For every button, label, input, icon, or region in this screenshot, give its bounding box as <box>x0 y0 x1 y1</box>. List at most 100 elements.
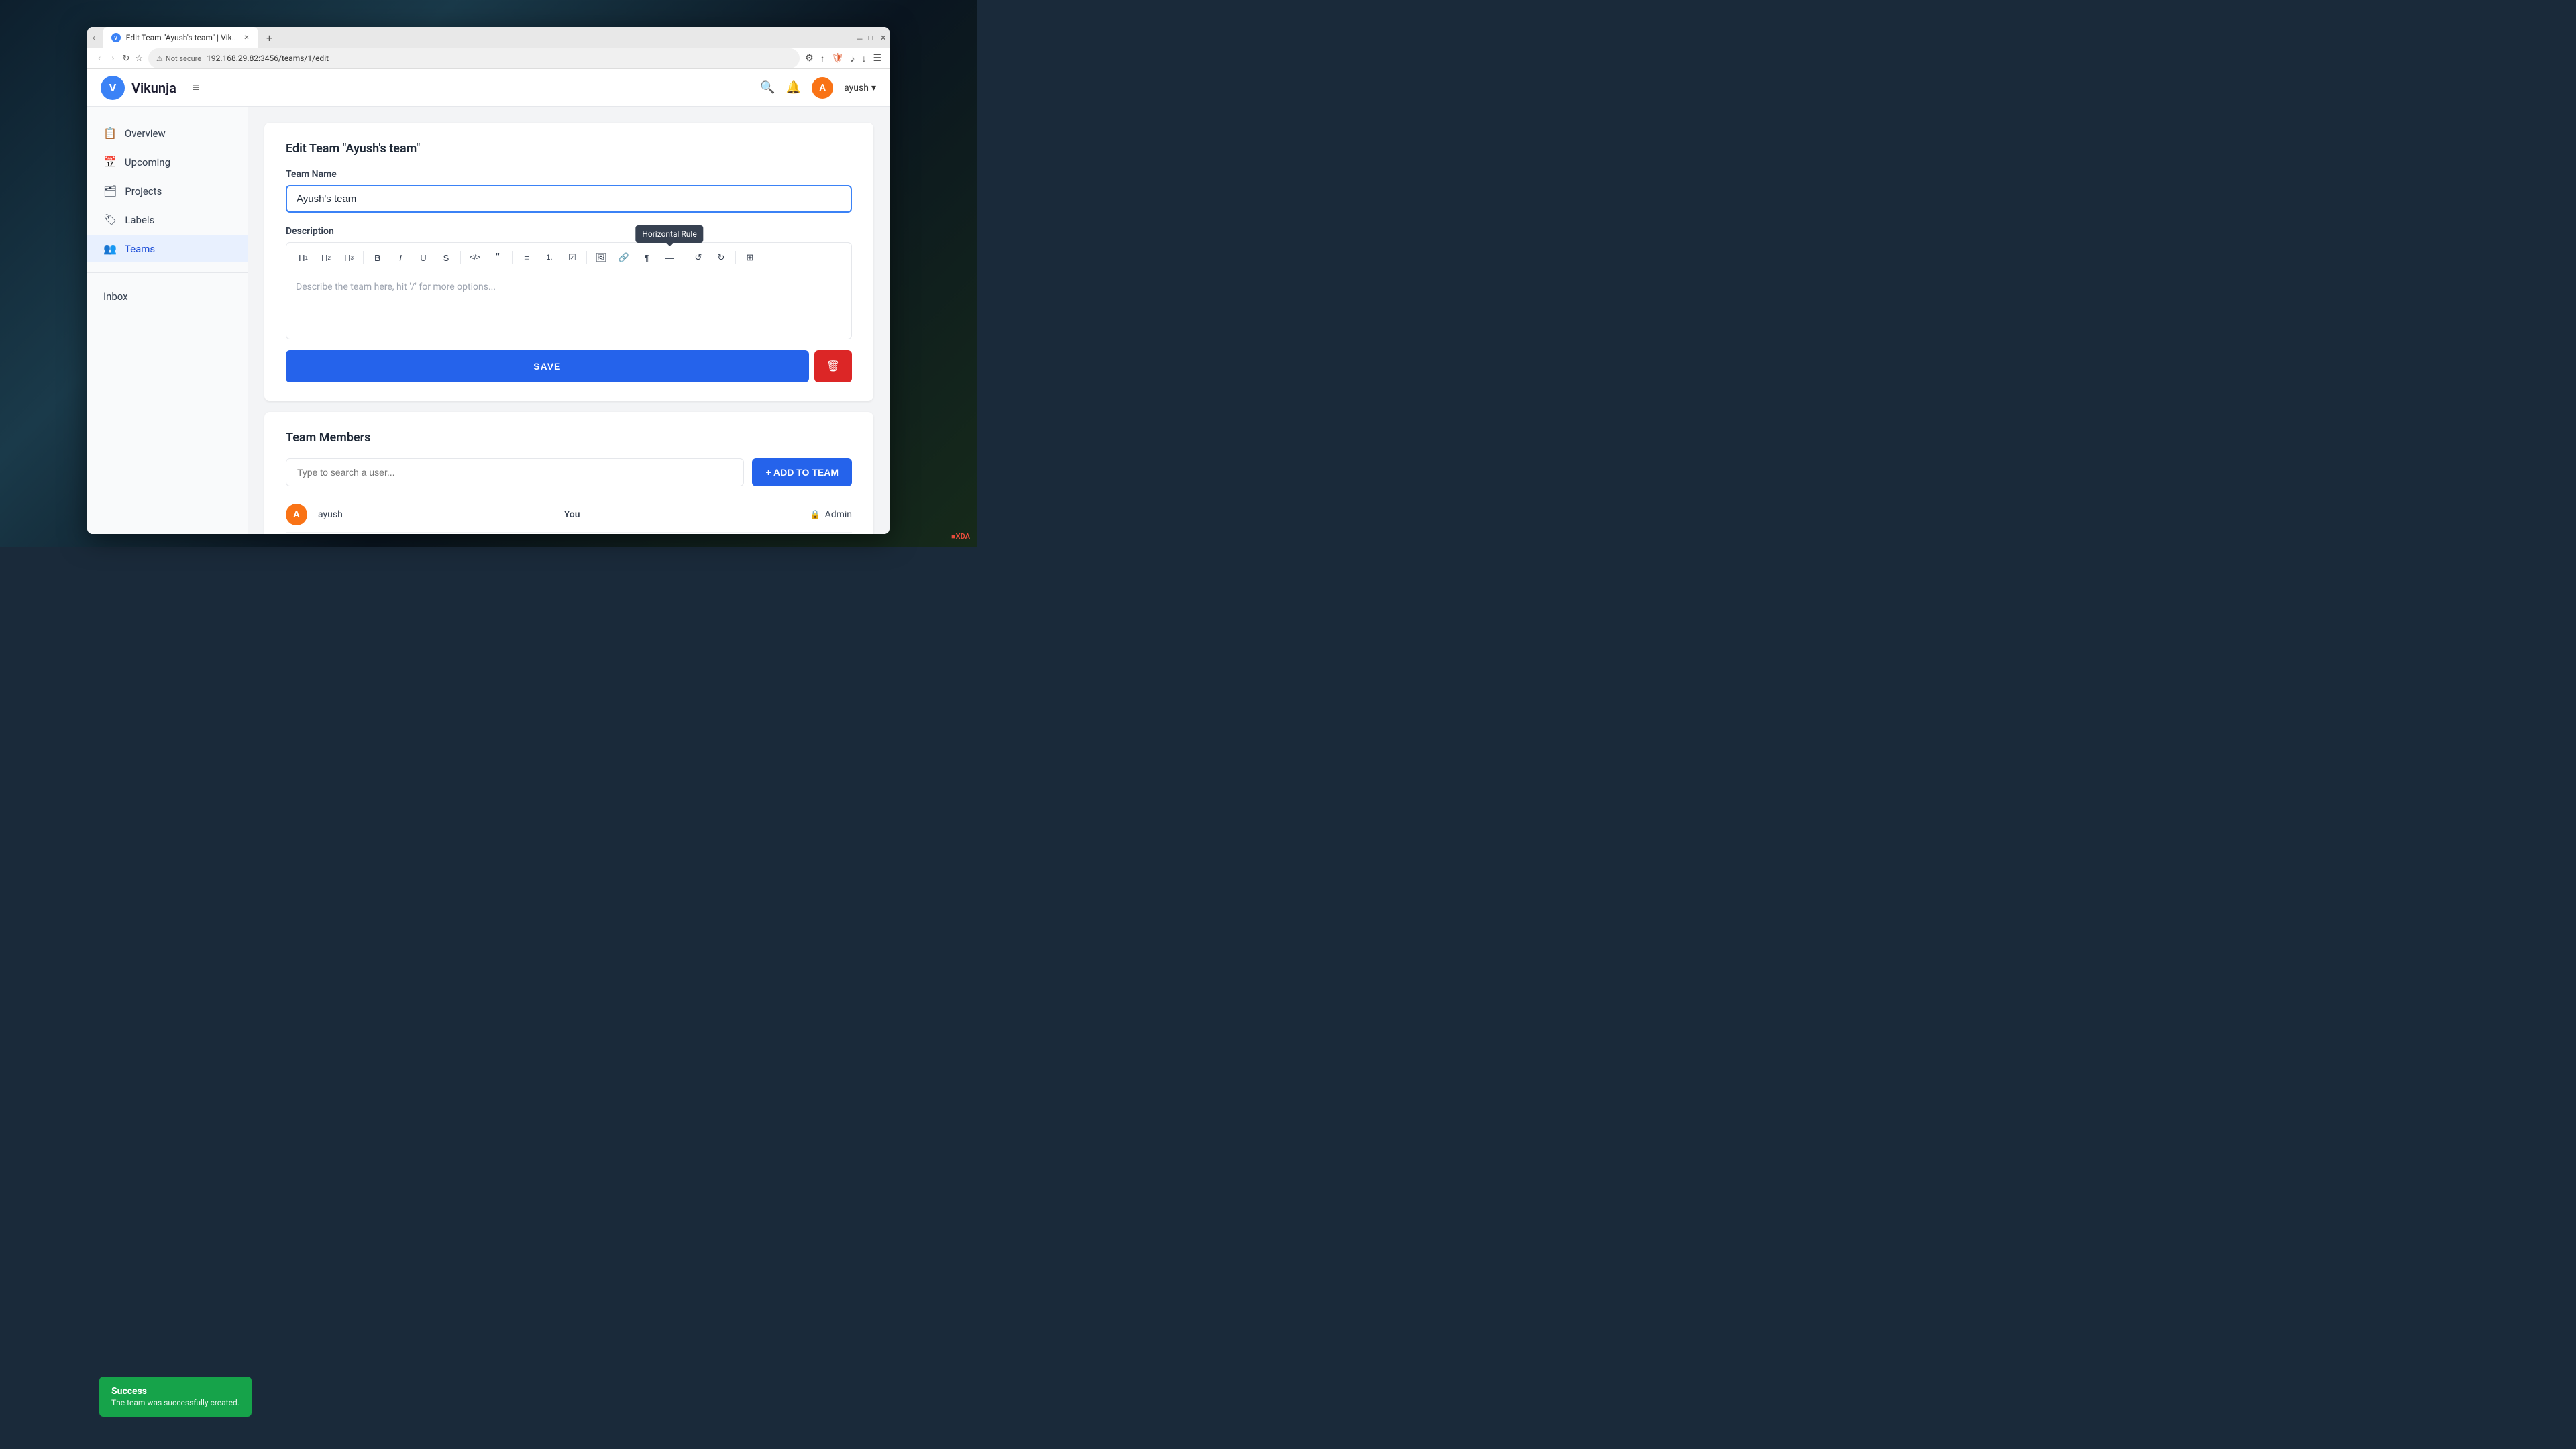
tab-history-back[interactable]: ‹ <box>93 33 95 42</box>
xda-label: ■XDA <box>951 532 970 541</box>
browser-window: ‹ V Edit Team "Ayush's team" | Vik... ✕ … <box>87 27 890 534</box>
url-bar[interactable]: ⚠ Not secure 192.168.29.82:3456/teams/1/… <box>148 48 800 68</box>
logo-icon: V <box>101 76 125 100</box>
team-members-card: Team Members + ADD TO TEAM A ayush You 🔒… <box>264 412 873 534</box>
paragraph-button[interactable]: ¶ <box>637 248 657 267</box>
edit-team-title: Edit Team "Ayush's team" <box>286 142 852 156</box>
forward-button[interactable]: › <box>109 50 117 66</box>
description-placeholder: Describe the team here, hit '/' for more… <box>296 282 496 292</box>
toolbar-divider-2 <box>460 251 461 264</box>
close-button[interactable]: ✕ <box>876 34 884 42</box>
share-icon[interactable]: ↑ <box>820 53 825 64</box>
overview-label: Overview <box>125 127 166 140</box>
bookmark-button[interactable]: ☆ <box>135 54 143 64</box>
sidebar-item-labels[interactable]: 🏷 Labels <box>87 207 248 233</box>
username-display[interactable]: ayush ▾ <box>844 83 876 93</box>
user-avatar[interactable]: A <box>812 77 833 99</box>
brave-shield-icon[interactable]: 🛡 <box>832 53 844 64</box>
sidebar-item-inbox[interactable]: Inbox <box>87 284 248 309</box>
bullet-list-button[interactable]: ≡ <box>517 248 537 267</box>
app-layout: 📋 Overview 📅 Upcoming 🗂 Projects 🏷 Label… <box>87 107 890 534</box>
top-nav-right: 🔍 🔔 A ayush ▾ <box>760 77 876 99</box>
minimize-button[interactable]: － <box>852 34 860 42</box>
member-row: A ayush You 🔒 Admin <box>286 497 852 533</box>
window-controls: － □ ✕ <box>852 34 884 42</box>
logo-area: V Vikunja <box>101 76 176 100</box>
member-you-label: You <box>564 509 800 520</box>
member-search-input[interactable] <box>286 458 744 486</box>
hamburger-menu[interactable]: ≡ <box>193 80 200 95</box>
teams-icon: 👥 <box>103 242 117 255</box>
sidebar-item-overview[interactable]: 📋 Overview <box>87 120 248 146</box>
lock-icon: 🔒 <box>810 510 820 520</box>
new-tab-button[interactable]: + <box>260 28 279 47</box>
tab-bar: ‹ V Edit Team "Ayush's team" | Vik... ✕ … <box>87 27 890 48</box>
warning-icon: ⚠ <box>156 54 163 63</box>
trash-icon: 🗑 <box>826 360 840 373</box>
labels-label: Labels <box>125 214 154 226</box>
strikethrough-button[interactable]: S <box>436 248 456 267</box>
search-row: + ADD TO TEAM <box>286 458 852 486</box>
upcoming-icon: 📅 <box>103 156 117 168</box>
save-row: SAVE 🗑 <box>286 350 852 382</box>
sidebar-item-upcoming[interactable]: 📅 Upcoming <box>87 149 248 175</box>
sidebar-item-teams[interactable]: 👥 Teams <box>87 235 248 262</box>
team-name-input[interactable] <box>286 185 852 213</box>
top-nav: V Vikunja ≡ 🔍 🔔 A ayush ▾ <box>87 69 890 107</box>
address-bar: ‹ › ↻ ☆ ⚠ Not secure 192.168.29.82:3456/… <box>87 48 890 69</box>
tab-title: Edit Team "Ayush's team" | Vik... <box>126 33 239 42</box>
not-secure-label: Not secure <box>166 54 201 63</box>
tab-favicon: V <box>111 33 121 42</box>
sidebar-item-projects[interactable]: 🗂 Projects <box>87 178 248 204</box>
italic-button[interactable]: I <box>390 248 411 267</box>
music-icon[interactable]: ♪ <box>850 53 855 64</box>
notification-bell-icon[interactable]: 🔔 <box>786 80 801 95</box>
app-container: V Vikunja ≡ 🔍 🔔 A ayush ▾ 📋 Overview <box>87 69 890 534</box>
bold-button[interactable]: B <box>368 248 388 267</box>
member-avatar: A <box>286 504 307 525</box>
toolbar-divider-1 <box>363 251 364 264</box>
link-button[interactable]: 🔗 <box>614 248 634 267</box>
add-to-team-button[interactable]: + ADD TO TEAM <box>752 458 852 486</box>
underline-button[interactable]: U <box>413 248 433 267</box>
redo-button[interactable]: ↻ <box>711 248 731 267</box>
search-icon[interactable]: 🔍 <box>760 80 775 95</box>
chevron-down-icon: ▾ <box>871 83 876 93</box>
heading2-button[interactable]: H2 <box>316 248 336 267</box>
horizontal-rule-button[interactable]: — <box>659 248 680 267</box>
member-role: 🔒 Admin <box>810 509 852 520</box>
maximize-button[interactable]: □ <box>864 34 872 42</box>
table-button[interactable]: ⊞ <box>740 248 760 267</box>
editor-toolbar: H1 H2 H3 B I U S </> " ≡ <box>286 242 852 272</box>
toolbar-divider-4 <box>586 251 587 264</box>
sidebar-divider <box>87 272 248 273</box>
back-button[interactable]: ‹ <box>95 50 103 66</box>
upcoming-label: Upcoming <box>125 156 170 168</box>
undo-button[interactable]: ↺ <box>688 248 708 267</box>
teams-label: Teams <box>125 243 155 255</box>
refresh-button[interactable]: ↻ <box>122 54 129 64</box>
task-list-button[interactable]: ☑ <box>562 248 582 267</box>
tab-close-button[interactable]: ✕ <box>244 34 249 42</box>
member-name: ayush <box>318 509 553 520</box>
app-name: Vikunja <box>131 80 176 96</box>
code-button[interactable]: </> <box>465 248 485 267</box>
description-editor[interactable]: Describe the team here, hit '/' for more… <box>286 272 852 339</box>
ordered-list-button[interactable]: 1. <box>539 248 559 267</box>
projects-label: Projects <box>125 185 162 197</box>
heading1-button[interactable]: H1 <box>293 248 313 267</box>
menu-icon[interactable]: ☰ <box>873 53 881 64</box>
url-text: 192.168.29.82:3456/teams/1/edit <box>207 54 329 63</box>
labels-icon: 🏷 <box>103 213 117 226</box>
quote-button[interactable]: " <box>488 248 508 267</box>
role-label: Admin <box>825 509 852 520</box>
team-name-label: Team Name <box>286 169 852 180</box>
heading3-button[interactable]: H3 <box>339 248 359 267</box>
image-button[interactable]: 🖼 <box>591 248 611 267</box>
save-button[interactable]: SAVE <box>286 350 809 382</box>
extensions-icon[interactable]: ⚙ <box>805 53 814 64</box>
overview-icon: 📋 <box>103 127 117 140</box>
download-icon[interactable]: ↓ <box>861 53 866 64</box>
delete-button[interactable]: 🗑 <box>814 350 852 382</box>
active-tab[interactable]: V Edit Team "Ayush's team" | Vik... ✕ <box>103 27 258 48</box>
